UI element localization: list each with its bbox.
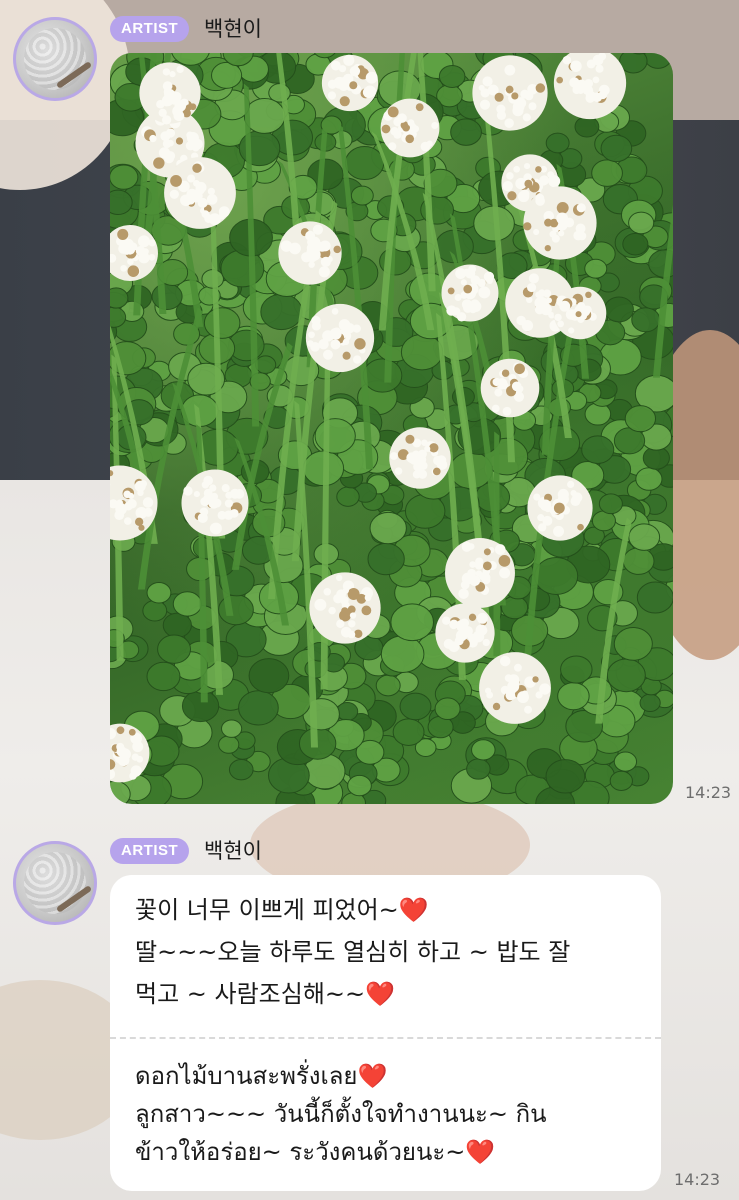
- korean-message-line-1: 꽃이 너무 이쁘게 피었어~❤️: [135, 896, 429, 924]
- thai-message-line-3: ข้าวให้อร่อย~ ระวังคนด้วยนะ~❤️: [135, 1138, 496, 1166]
- thai-message-line-2: ลูกสาว~~~ วันนี้ก็ตั้งใจทำงานนะ~ กิน: [135, 1100, 547, 1128]
- artist-badge: ARTIST: [110, 838, 190, 864]
- korean-message-line-3: 먹고 ~ 사람조심해~~❤️: [135, 980, 396, 1008]
- sender-avatar[interactable]: [13, 17, 97, 101]
- artist-badge: ARTIST: [110, 16, 190, 42]
- sender-name[interactable]: 백현이: [204, 837, 262, 865]
- clover-flowers-image: [110, 53, 673, 804]
- message-bubble[interactable]: 꽃이 너무 이쁘게 피었어~❤️ 딸~~~오늘 하루도 열심히 하고 ~ 밥도 …: [110, 875, 661, 1191]
- sender-avatar[interactable]: [13, 841, 97, 925]
- translation-divider: [110, 1037, 661, 1039]
- sender-name[interactable]: 백현이: [204, 15, 262, 43]
- shared-photo-clover-flowers[interactable]: [110, 53, 673, 804]
- korean-message-line-2: 딸~~~오늘 하루도 열심히 하고 ~ 밥도 잘: [135, 938, 571, 966]
- message-time: 14:23: [685, 783, 732, 802]
- message-time: 14:23: [674, 1170, 721, 1189]
- thai-message-line-1: ดอกไม้บานสะพรั่งเลย❤️: [135, 1062, 388, 1090]
